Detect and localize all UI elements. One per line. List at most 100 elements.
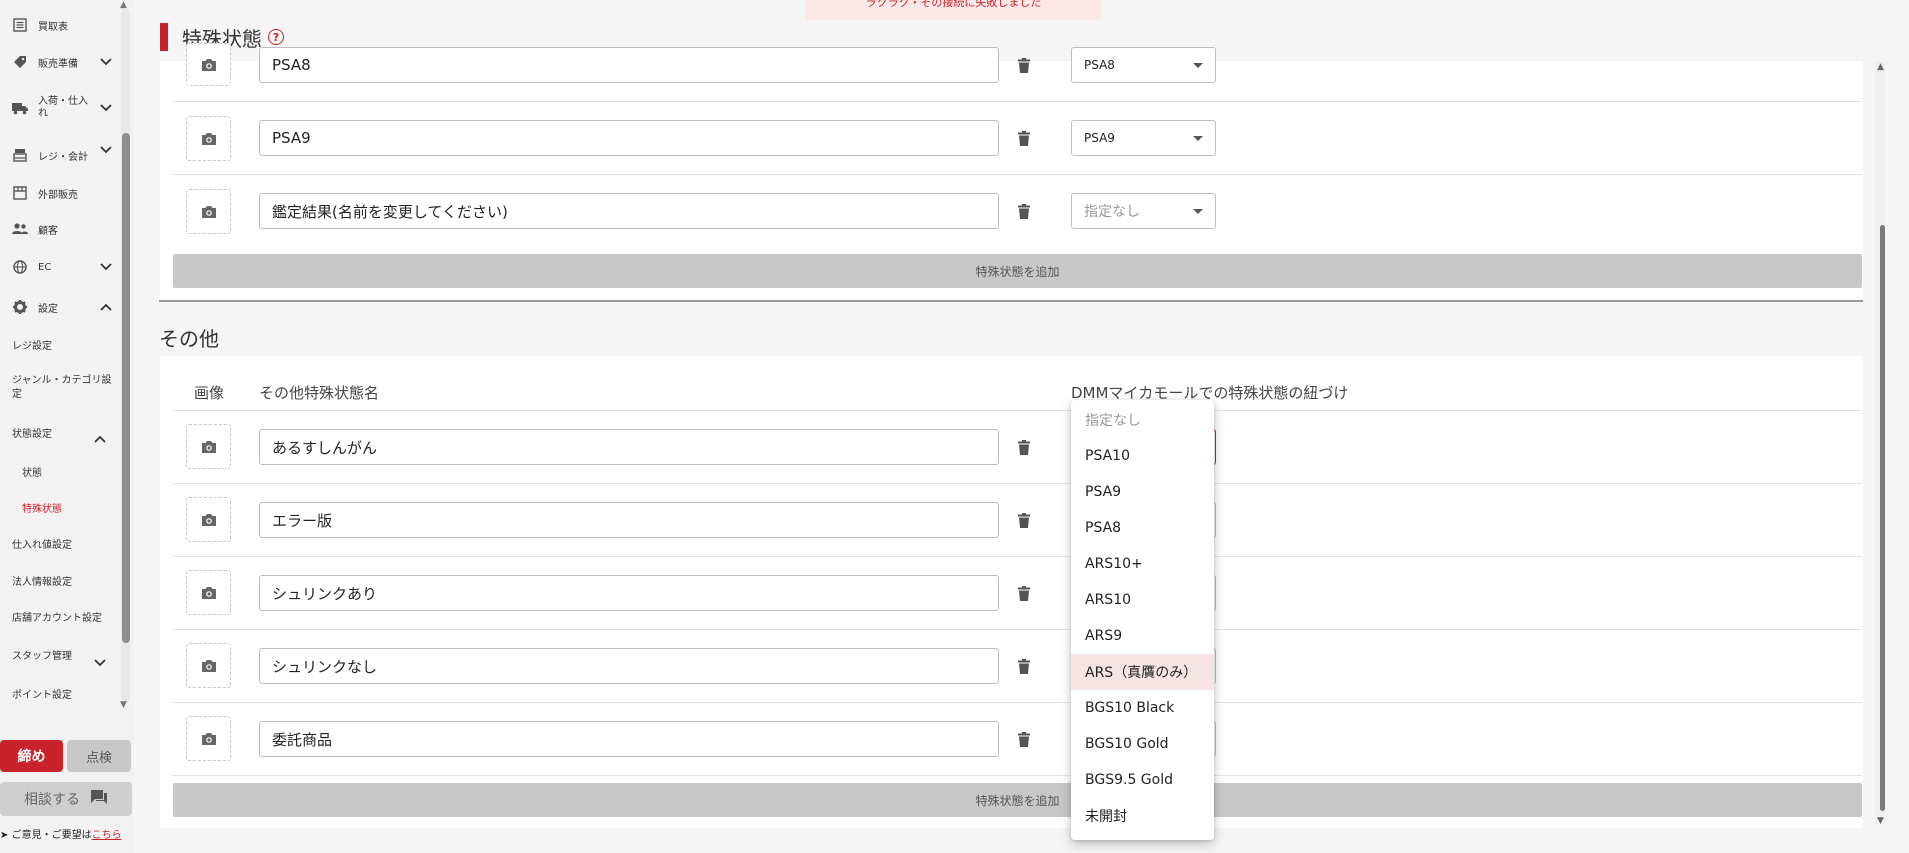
sidebar-item-external-sales[interactable]: 外部販売: [0, 184, 118, 202]
dropdown-option[interactable]: ARS9: [1071, 618, 1214, 654]
dropdown-option[interactable]: ARS10+: [1071, 546, 1214, 582]
list-icon: [12, 17, 28, 33]
sidebar-scrollbar-thumb[interactable]: [122, 133, 130, 643]
row-divider: [172, 556, 1862, 557]
main-scrollbar-thumb[interactable]: [1880, 225, 1885, 811]
dropdown-option-highlighted[interactable]: ARS（真贋のみ）: [1071, 654, 1214, 690]
column-header-name: その他特殊状態名: [259, 384, 380, 402]
people-icon: [12, 221, 28, 237]
truck-icon: [12, 100, 28, 116]
camera-button[interactable]: [186, 716, 231, 761]
other-condition-name-input[interactable]: シュリンクなし: [259, 648, 999, 684]
dropdown-option[interactable]: 指定なし: [1071, 402, 1214, 438]
row-divider: [172, 702, 1862, 703]
sidebar-item-label: 外部販売: [38, 189, 78, 201]
register-icon: [12, 147, 28, 163]
sidebar-sub-genre-category[interactable]: ジャンル・カテゴリ設定: [12, 374, 116, 402]
sidebar-item-label: 買取表: [38, 21, 68, 33]
add-other-condition-button[interactable]: 特殊状態を追加: [173, 783, 1862, 817]
scroll-down-arrow-icon[interactable]: ▼: [1877, 816, 1884, 826]
dropdown-option[interactable]: PSA10: [1071, 438, 1214, 474]
trash-icon[interactable]: [1017, 438, 1031, 456]
sidebar-sub-purchase-price[interactable]: 仕入れ値設定: [12, 539, 116, 553]
row-divider: [172, 775, 1862, 776]
sidebar-item-label: 販売準備: [38, 58, 78, 70]
mapping-select[interactable]: PSA8: [1071, 47, 1216, 83]
trash-icon[interactable]: [1017, 584, 1031, 602]
sidebar-sub-store-account[interactable]: 店舗アカウント設定: [12, 612, 116, 626]
check-button[interactable]: 点検: [67, 740, 131, 772]
dropdown-option[interactable]: BGS9.5 Gold: [1071, 762, 1214, 798]
sidebar-item-ec[interactable]: EC: [0, 258, 118, 276]
close-register-button[interactable]: 締め: [0, 740, 63, 772]
camera-button[interactable]: [186, 116, 231, 161]
trash-icon[interactable]: [1017, 56, 1031, 74]
sidebar-item-settings[interactable]: 設定: [0, 298, 118, 316]
camera-button[interactable]: [186, 643, 231, 688]
sidebar-sub-condition[interactable]: 状態: [22, 467, 126, 481]
trash-icon[interactable]: [1017, 129, 1031, 147]
special-condition-name-input[interactable]: PSA9: [259, 120, 999, 156]
trash-icon[interactable]: [1017, 202, 1031, 220]
sidebar-sub-special-condition[interactable]: 特殊状態: [22, 503, 126, 517]
trash-icon[interactable]: [1017, 730, 1031, 748]
trash-icon[interactable]: [1017, 511, 1031, 529]
dropdown-option[interactable]: BGS10 Black: [1071, 690, 1214, 726]
row-divider: [172, 410, 1862, 411]
sidebar-sub-register-settings[interactable]: レジ設定: [12, 340, 116, 354]
sidebar-sub-points[interactable]: ポイント設定: [12, 689, 116, 703]
sidebar-item-label: EC: [38, 261, 52, 273]
consult-label: 相談する: [24, 792, 80, 808]
caret-down-icon: [1193, 136, 1203, 141]
camera-button[interactable]: [186, 189, 231, 234]
dropdown-option[interactable]: PSA9: [1071, 474, 1214, 510]
sidebar-item-register[interactable]: レジ・会計: [0, 146, 118, 164]
divider: [159, 300, 1863, 302]
dropdown-option[interactable]: ARS10: [1071, 582, 1214, 618]
mapping-select[interactable]: 指定なし: [1071, 193, 1216, 229]
sidebar-item-sales-prep[interactable]: 販売準備: [0, 53, 118, 71]
camera-icon: [201, 586, 216, 599]
camera-icon: [201, 732, 216, 745]
chevron-down-icon: [100, 56, 112, 69]
sidebar-item-label: 設定: [38, 303, 58, 315]
camera-button[interactable]: [186, 497, 231, 542]
row-divider: [172, 483, 1862, 484]
sidebar-item-label: 顧客: [38, 225, 58, 237]
special-condition-name-input[interactable]: 鑑定結果(名前を変更してください): [259, 193, 999, 229]
scroll-down-arrow-icon[interactable]: ▼: [120, 700, 127, 710]
other-condition-name-input[interactable]: エラー版: [259, 502, 999, 538]
section-title: その他: [159, 327, 219, 351]
consult-button[interactable]: 相談する: [0, 782, 132, 816]
add-special-condition-button[interactable]: 特殊状態を追加: [173, 254, 1862, 288]
caret-down-icon: [1193, 63, 1203, 68]
gear-icon: [12, 299, 28, 315]
dropdown-option[interactable]: PSA8: [1071, 510, 1214, 546]
help-icon[interactable]: ?: [268, 29, 284, 45]
camera-icon: [201, 205, 216, 218]
other-condition-name-input[interactable]: シュリンクあり: [259, 575, 999, 611]
camera-button[interactable]: [186, 570, 231, 615]
row-divider: [172, 101, 1862, 102]
camera-button[interactable]: [186, 43, 231, 86]
dropdown-option[interactable]: BGS10 Gold: [1071, 726, 1214, 762]
other-condition-name-input[interactable]: 委託商品: [259, 721, 999, 757]
scroll-up-arrow-icon[interactable]: ▲: [1877, 62, 1884, 72]
globe-icon: [12, 259, 28, 275]
row-divider: [172, 174, 1862, 175]
dropdown-option[interactable]: 未開封: [1071, 798, 1214, 834]
camera-icon: [201, 440, 216, 453]
feedback-link[interactable]: こちら: [92, 830, 122, 841]
sidebar-item-buylist[interactable]: 買取表: [0, 16, 118, 34]
camera-button[interactable]: [186, 424, 231, 469]
mapping-select[interactable]: PSA9: [1071, 120, 1216, 156]
other-condition-name-input[interactable]: あるすしんがん: [259, 429, 999, 465]
special-condition-name-input[interactable]: PSA8: [259, 47, 999, 83]
sidebar-item-receiving[interactable]: 入荷・仕入れ: [0, 94, 118, 122]
camera-icon: [201, 58, 216, 71]
chevron-down-icon: [100, 102, 112, 115]
sidebar-sub-corporate-info[interactable]: 法人情報設定: [12, 576, 116, 590]
trash-icon[interactable]: [1017, 657, 1031, 675]
camera-icon: [201, 132, 216, 145]
sidebar-item-customers[interactable]: 顧客: [0, 220, 118, 238]
